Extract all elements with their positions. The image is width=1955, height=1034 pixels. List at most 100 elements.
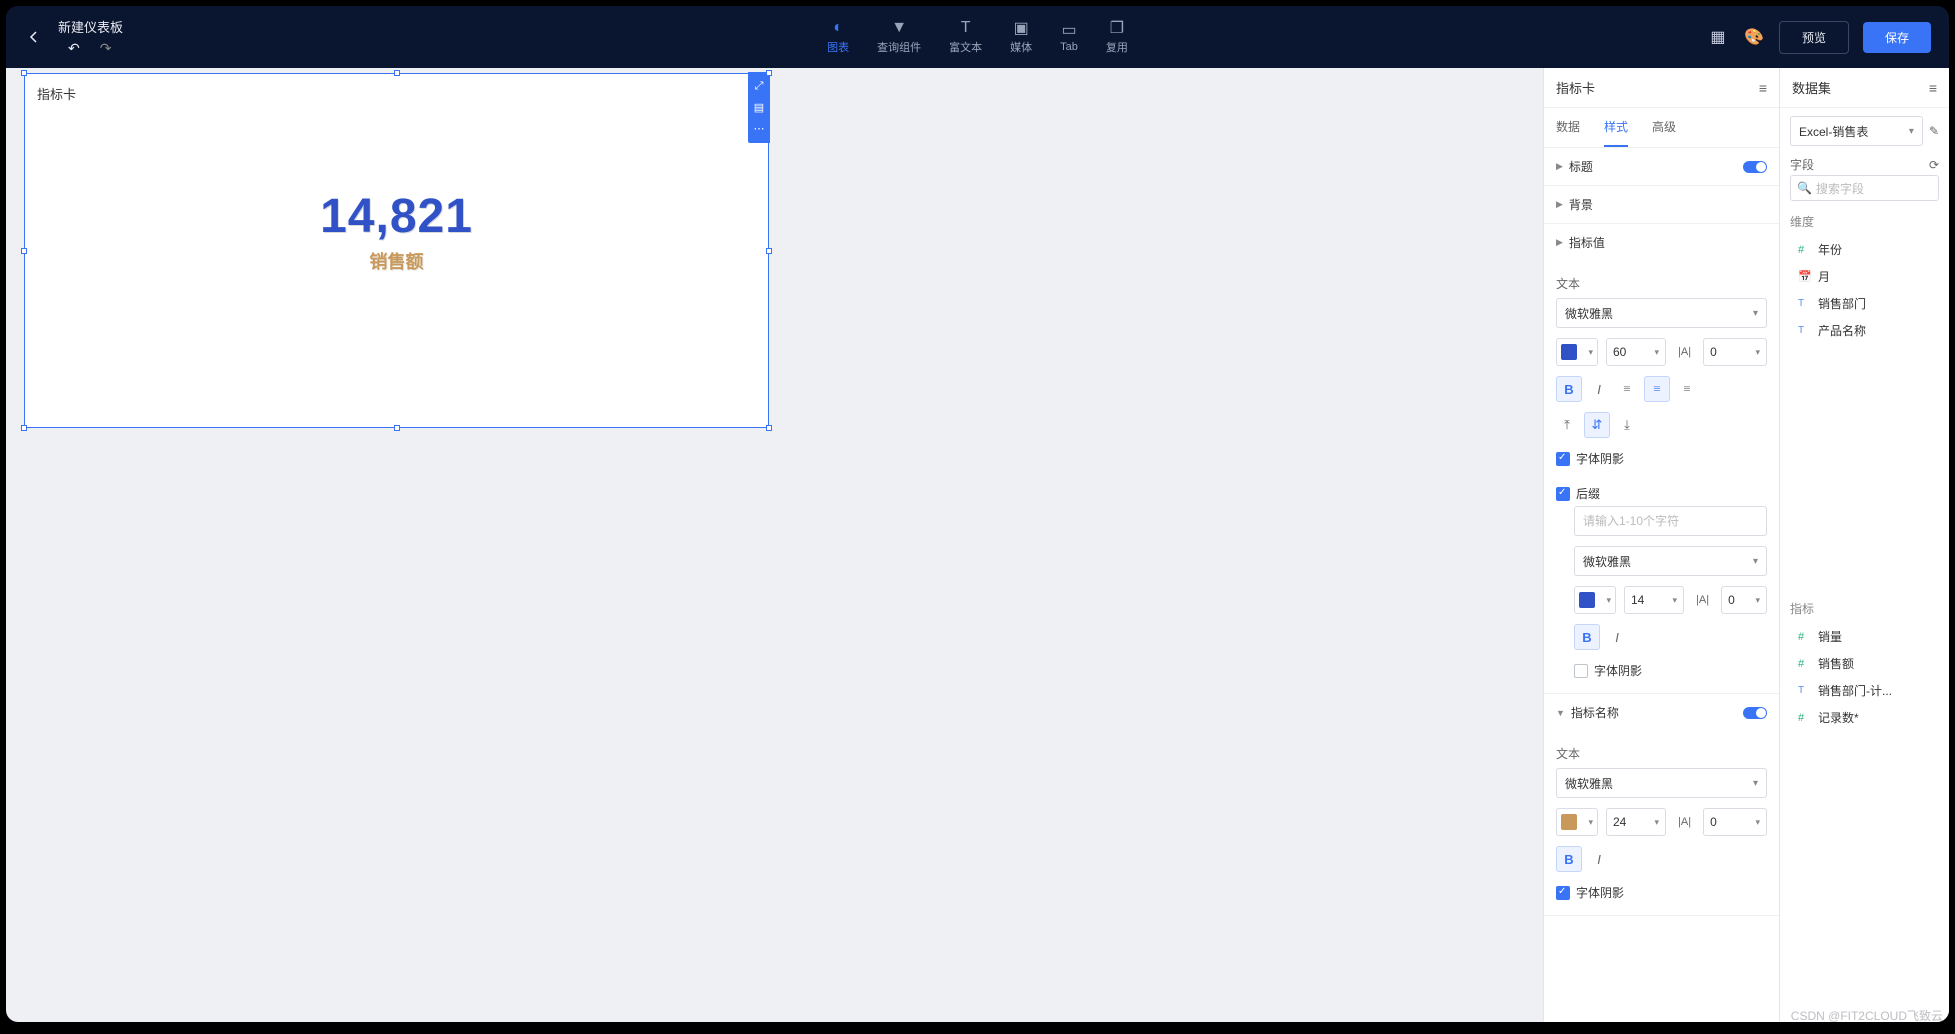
- name-shadow-checkbox[interactable]: 字体阴影: [1556, 884, 1767, 901]
- save-button[interactable]: 保存: [1863, 22, 1931, 53]
- collapse-icon[interactable]: ≡: [1759, 80, 1767, 96]
- kpi-label: 销售额: [25, 248, 768, 274]
- kpi-value: 14,821: [25, 189, 768, 244]
- field-item[interactable]: #销售额: [1780, 650, 1949, 677]
- value-letter-spacing[interactable]: 0▾: [1703, 338, 1767, 366]
- properties-panel: 指标卡 ≡ 数据 样式 高级 ▶标题 ▶背景 ▶指标值 文本 微软雅黑▾ ▾ 6…: [1543, 68, 1779, 1022]
- align-left-button[interactable]: ≡: [1616, 376, 1638, 402]
- tool-query[interactable]: ▼查询组件: [863, 15, 935, 59]
- tool-copy[interactable]: ❐复用: [1092, 15, 1142, 59]
- italic-button[interactable]: I: [1588, 376, 1610, 402]
- chevron-left-icon: [28, 31, 40, 43]
- section-indicator-value[interactable]: ▶指标值: [1544, 224, 1779, 261]
- name-font-select[interactable]: 微软雅黑▾: [1556, 768, 1767, 798]
- measures-label: 指标: [1780, 594, 1949, 623]
- field-item[interactable]: #记录数*: [1780, 704, 1949, 731]
- image-icon: ▣: [1014, 19, 1029, 37]
- name-toggle[interactable]: [1743, 707, 1767, 719]
- value-font-size[interactable]: 60▾: [1606, 338, 1666, 366]
- suffix-letter-spacing[interactable]: 0▾: [1721, 586, 1767, 614]
- fields-label: 字段: [1790, 156, 1814, 173]
- resize-handle[interactable]: [766, 425, 772, 431]
- field-item[interactable]: T销售部门-计...: [1780, 677, 1949, 704]
- letter-spacing-icon: |A|: [1692, 586, 1713, 614]
- suffix-checkbox[interactable]: 后缀: [1556, 485, 1767, 502]
- suffix-bold-button[interactable]: B: [1574, 624, 1600, 650]
- canvas[interactable]: 指标卡 14,821 销售额 ⤢ ▤ ⋯: [6, 68, 1543, 1022]
- tool-media[interactable]: ▣媒体: [996, 15, 1046, 59]
- resize-handle[interactable]: [394, 70, 400, 76]
- suffix-font-select[interactable]: 微软雅黑▾: [1574, 546, 1767, 576]
- value-color[interactable]: ▾: [1556, 338, 1598, 366]
- tool-tray: ◐图表 ▼查询组件 T富文本 ▣媒体 ▭Tab ❐复用: [813, 15, 1142, 59]
- resize-handle[interactable]: [766, 70, 772, 76]
- tab-icon: ▭: [1061, 21, 1076, 39]
- valign-middle-button[interactable]: ⇵: [1584, 412, 1610, 438]
- resize-handle[interactable]: [394, 425, 400, 431]
- redo-button[interactable]: ↷: [100, 40, 112, 57]
- resize-handle[interactable]: [21, 425, 27, 431]
- suffix-shadow-checkbox[interactable]: 字体阴影: [1574, 662, 1767, 679]
- section-indicator-name[interactable]: ▼指标名称: [1544, 694, 1779, 731]
- dataset-select[interactable]: Excel-销售表▾: [1790, 116, 1923, 146]
- suffix-color[interactable]: ▾: [1574, 586, 1616, 614]
- expand-icon[interactable]: ⤢: [748, 76, 770, 97]
- resize-handle[interactable]: [766, 248, 772, 254]
- valign-bottom-button[interactable]: ⤓: [1616, 412, 1638, 438]
- undo-button[interactable]: ↶: [68, 40, 80, 57]
- back-button[interactable]: [24, 27, 44, 47]
- text-label: 文本: [1556, 745, 1767, 762]
- title-toggle[interactable]: [1743, 161, 1767, 173]
- tool-tab[interactable]: ▭Tab: [1046, 15, 1092, 59]
- dataset-panel-title: 数据集: [1792, 78, 1831, 97]
- more-icon[interactable]: ⋯: [748, 118, 770, 139]
- copy-icon: ❐: [1110, 19, 1124, 37]
- resize-handle[interactable]: [21, 70, 27, 76]
- suffix-font-size[interactable]: 14▾: [1624, 586, 1684, 614]
- sheet-icon[interactable]: ▤: [748, 97, 770, 118]
- valign-top-button[interactable]: ⤒: [1556, 412, 1578, 438]
- field-item[interactable]: #年份: [1780, 236, 1949, 263]
- filter-icon: ▼: [891, 19, 907, 37]
- field-item[interactable]: 📅月: [1780, 263, 1949, 290]
- chart-icon: ◐: [833, 19, 843, 37]
- field-search[interactable]: 🔍 搜索字段: [1790, 175, 1939, 201]
- card-toolbox: ⤢ ▤ ⋯: [748, 72, 770, 143]
- name-italic-button[interactable]: I: [1588, 846, 1610, 872]
- name-letter-spacing[interactable]: 0▾: [1703, 808, 1767, 836]
- name-bold-button[interactable]: B: [1556, 846, 1582, 872]
- preview-button[interactable]: 预览: [1779, 21, 1849, 54]
- page-title: 新建仪表板: [58, 17, 123, 36]
- field-item[interactable]: #销量: [1780, 623, 1949, 650]
- field-item[interactable]: T产品名称: [1780, 317, 1949, 344]
- tool-chart[interactable]: ◐图表: [813, 15, 863, 59]
- tab-style[interactable]: 样式: [1604, 108, 1628, 147]
- section-title[interactable]: ▶标题: [1544, 148, 1779, 185]
- section-background[interactable]: ▶背景: [1544, 186, 1779, 223]
- align-center-button[interactable]: ≡: [1644, 376, 1670, 402]
- topbar: 新建仪表板 ↶ ↷ ◐图表 ▼查询组件 T富文本 ▣媒体 ▭Tab ❐复用 ▦ …: [6, 6, 1949, 68]
- kpi-card[interactable]: 指标卡 14,821 销售额 ⤢ ▤ ⋯: [24, 73, 769, 428]
- tab-data[interactable]: 数据: [1556, 108, 1580, 147]
- panel-title: 指标卡: [1556, 78, 1595, 97]
- font-select[interactable]: 微软雅黑▾: [1556, 298, 1767, 328]
- tab-advanced[interactable]: 高级: [1652, 108, 1676, 147]
- name-font-size[interactable]: 24▾: [1606, 808, 1666, 836]
- collapse-icon[interactable]: ≡: [1929, 80, 1937, 96]
- value-shadow-checkbox[interactable]: 字体阴影: [1556, 450, 1767, 467]
- theme-icon[interactable]: 🎨: [1743, 26, 1765, 48]
- resize-handle[interactable]: [21, 248, 27, 254]
- tool-richtext[interactable]: T富文本: [935, 15, 996, 59]
- layout-icon[interactable]: ▦: [1707, 26, 1729, 48]
- dataset-panel: 数据集 ≡ Excel-销售表▾ ✎ 字段 ⟳ 🔍 搜索字段 维度 #年份📅月T…: [1779, 68, 1949, 1022]
- suffix-input[interactable]: [1574, 506, 1767, 536]
- letter-spacing-icon: |A|: [1674, 338, 1695, 366]
- field-item[interactable]: T销售部门: [1780, 290, 1949, 317]
- bold-button[interactable]: B: [1556, 376, 1582, 402]
- name-color[interactable]: ▾: [1556, 808, 1598, 836]
- refresh-icon[interactable]: ⟳: [1929, 158, 1939, 172]
- align-right-button[interactable]: ≡: [1676, 376, 1698, 402]
- edit-icon[interactable]: ✎: [1929, 124, 1939, 138]
- suffix-italic-button[interactable]: I: [1606, 624, 1628, 650]
- card-title: 指标卡: [25, 74, 768, 113]
